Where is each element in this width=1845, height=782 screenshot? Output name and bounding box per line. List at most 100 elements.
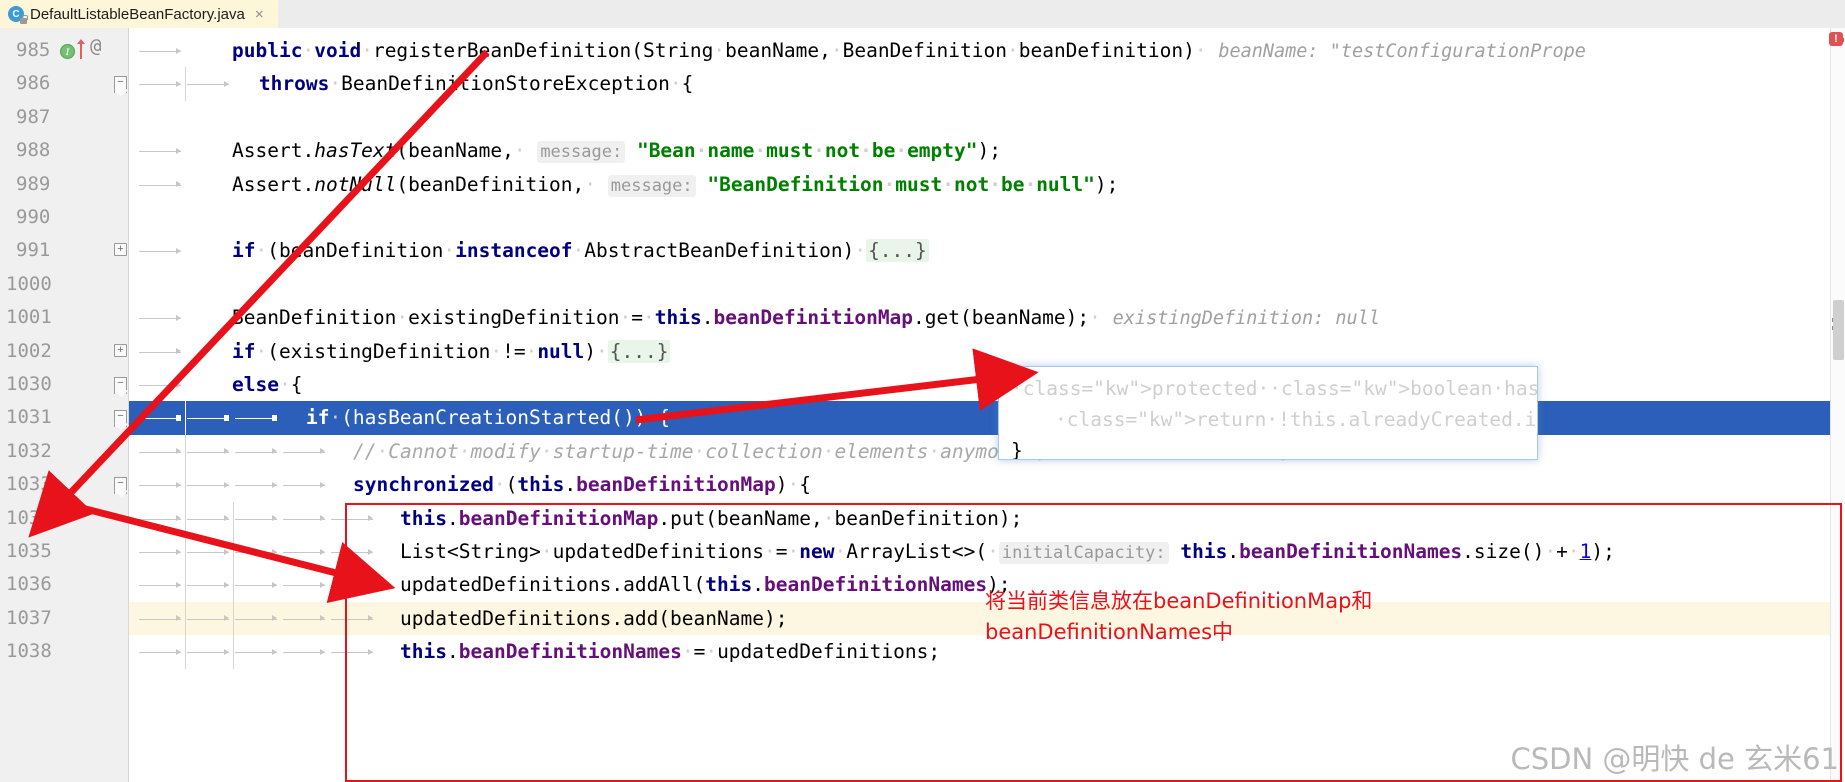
- close-icon[interactable]: ×: [255, 6, 264, 23]
- vertical-scrollbar-thumb[interactable]: [1833, 300, 1844, 360]
- code-line[interactable]: Assert.hasText(beanName,· message: "Bean…: [129, 134, 1845, 167]
- line-number: 1000: [6, 272, 52, 295]
- tab-indent-arrow: [235, 515, 277, 522]
- code-line-text: if·(beanDefinition·instanceof·AbstractBe…: [232, 239, 929, 263]
- code-line[interactable]: throws·BeanDefinitionStoreException·{: [129, 67, 1845, 101]
- line-number: 1001: [6, 306, 52, 329]
- tab-indent-arrow: [139, 648, 181, 655]
- overridden-method-icon[interactable]: I: [60, 44, 75, 59]
- code-line-text: BeanDefinition·existingDefinition·=·this…: [232, 306, 1380, 330]
- quick-definition-popup[interactable]: ·class="kw">protected··class="kw">boolea…: [998, 366, 1538, 460]
- code-line[interactable]: if·(beanDefinition·instanceof·AbstractBe…: [129, 234, 1845, 267]
- fold-marker-plus[interactable]: +: [114, 343, 127, 357]
- indent-guide: [233, 601, 234, 636]
- tab-indent-arrow: [235, 414, 277, 421]
- code-line-text: throws·BeanDefinitionStoreException·{: [258, 72, 694, 96]
- code-line[interactable]: if·(existingDefinition·!=·null)· {...}: [129, 335, 1845, 368]
- fold-marker-end[interactable]: −: [114, 76, 127, 94]
- java-class-icon: C: [8, 6, 28, 24]
- line-number: 1038: [6, 640, 52, 663]
- indent-guide: [185, 601, 186, 636]
- annotation-marker-icon: @: [90, 35, 102, 57]
- indent-guide: [233, 568, 234, 602]
- code-line[interactable]: BeanDefinition·existingDefinition·=·this…: [129, 301, 1845, 334]
- implementing-method-arrow-icon[interactable]: [77, 39, 85, 59]
- code-editor[interactable]: 985 986 987 988 989 990 991 1000 1001 1002 1030 103…: [0, 28, 1845, 782]
- tab-indent-arrow: [331, 515, 373, 522]
- code-line[interactable]: [129, 201, 1845, 234]
- tab-indent-arrow: [235, 448, 277, 455]
- gutter-row[interactable]: 1031: [0, 401, 128, 434]
- gutter-row[interactable]: 989: [0, 168, 128, 201]
- code-line[interactable]: List<String>·updatedDefinitions·=·new·Ar…: [129, 535, 1845, 569]
- gutter-row[interactable]: 988: [0, 134, 128, 167]
- error-stripe[interactable]: [1830, 28, 1845, 782]
- gutter-row[interactable]: 1030: [0, 368, 128, 401]
- error-count-badge[interactable]: !: [1829, 32, 1843, 46]
- gutter-row[interactable]: 986: [0, 67, 128, 100]
- tab-indent-arrow: [139, 515, 181, 522]
- code-line[interactable]: [129, 268, 1845, 301]
- code-area[interactable]: public·void·registerBeanDefinition(Strin…: [129, 28, 1845, 782]
- java-class-icon-letter: C: [12, 8, 20, 20]
- line-number: 990: [16, 206, 51, 228]
- fold-marker-end[interactable]: −: [114, 377, 127, 394]
- gutter-row[interactable]: 1033: [0, 468, 128, 501]
- tab-indent-arrow: [283, 615, 325, 622]
- tab-indent-arrow: [187, 615, 229, 622]
- code-line[interactable]: synchronized·(this.beanDefinitionMap)·{: [129, 468, 1845, 502]
- tab-indent-arrow: [139, 481, 181, 488]
- indent-guide: [185, 501, 186, 535]
- tab-indent-arrow: [139, 147, 181, 154]
- tab-indent-arrow: [139, 47, 181, 54]
- indent-guide: [233, 501, 234, 535]
- code-line-text: List<String>·updatedDefinitions·=·new·Ar…: [400, 540, 1615, 564]
- code-line[interactable]: else·{: [129, 368, 1845, 401]
- gutter-row[interactable]: 1037: [0, 602, 128, 635]
- indent-guide: [185, 468, 186, 502]
- gutter-row[interactable]: 991: [0, 234, 128, 267]
- gutter-row[interactable]: 1032: [0, 435, 128, 468]
- gutter-row[interactable]: 1036: [0, 568, 128, 601]
- code-line[interactable]: [129, 101, 1845, 134]
- code-line-selected[interactable]: if·(hasBeanCreationStarted())·{: [129, 401, 1845, 435]
- gutter-row[interactable]: 990: [0, 201, 128, 234]
- gutter-row[interactable]: 1035: [0, 535, 128, 568]
- code-line[interactable]: public·void·registerBeanDefinition(Strin…: [129, 34, 1845, 67]
- tab-indent-arrow: [187, 481, 229, 488]
- editor-tab-bar: C DefaultListableBeanFactory.java ×: [0, 0, 1845, 29]
- code-line[interactable]: Assert.notNull(beanDefinition,· message:…: [129, 168, 1845, 201]
- line-number: 1032: [6, 439, 52, 462]
- tab-indent-arrow: [283, 548, 325, 555]
- code-line-text: this.beanDefinitionNames·=·updatedDefini…: [400, 640, 941, 664]
- gutter-row[interactable]: 1034: [0, 502, 128, 535]
- tab-indent-arrow: [187, 414, 229, 421]
- popup-code-line: ·class="kw">protected··class="kw">boolea…: [1011, 377, 1538, 400]
- code-line[interactable]: this.beanDefinitionMap.put(beanName,·bea…: [129, 501, 1845, 535]
- gutter-row[interactable]: 1002: [0, 335, 128, 368]
- popup-code-line: ·class="kw">return·!this.alreadyCreated.…: [1055, 408, 1537, 431]
- fold-marker-plus[interactable]: +: [114, 243, 127, 257]
- line-number: 1034: [6, 506, 52, 529]
- tab-indent-arrow: [139, 381, 181, 388]
- gutter-row[interactable]: 1038: [0, 635, 128, 668]
- gutter-row[interactable]: 1000: [0, 268, 128, 301]
- fold-marker-end[interactable]: −: [114, 410, 127, 428]
- tab-indent-arrow: [139, 448, 181, 455]
- tab-indent-arrow: [331, 581, 373, 588]
- tab-indent-arrow: [283, 515, 325, 522]
- line-number: 989: [16, 172, 51, 195]
- tab-defaultlistablebeanfactory[interactable]: C DefaultListableBeanFactory.java ×: [0, 0, 278, 28]
- tab-indent-arrow: [331, 548, 373, 555]
- indent-guide: [185, 568, 186, 602]
- editor-gutter[interactable]: 985 986 987 988 989 990 991 1000 1001 1002 1030 103…: [0, 28, 129, 782]
- tab-indent-arrow: [283, 448, 325, 455]
- tab-indent-arrow: [139, 80, 181, 87]
- code-line-text: synchronized·(this.beanDefinitionMap)·{: [353, 473, 811, 497]
- tab-indent-arrow: [235, 481, 277, 488]
- gutter-row[interactable]: 987: [0, 101, 128, 134]
- tab-indent-arrow: [139, 548, 181, 555]
- code-line[interactable]: //·Cannot·modify·startup-time·collection…: [129, 434, 1845, 469]
- gutter-row[interactable]: 1001: [0, 301, 128, 334]
- fold-marker-end[interactable]: −: [114, 477, 127, 495]
